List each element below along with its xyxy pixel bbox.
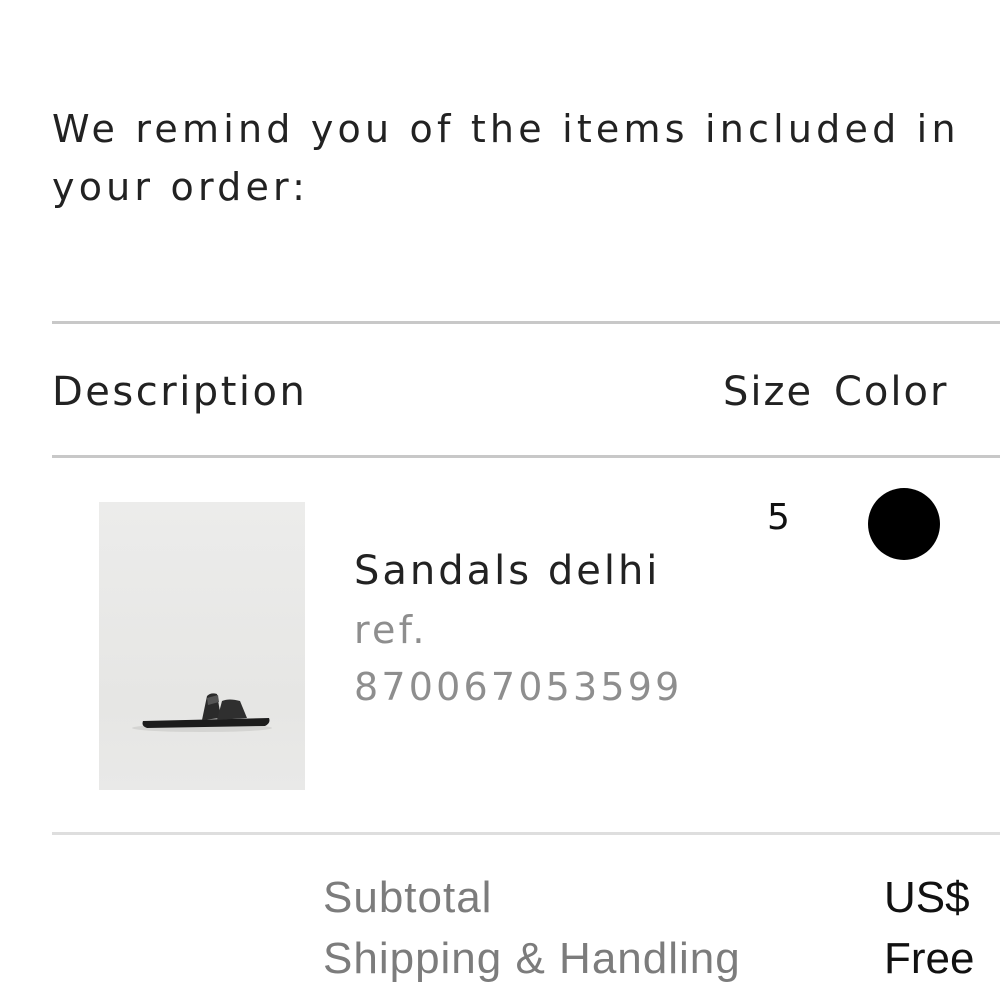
shipping-value: Free [884,934,975,983]
subtotal-label: Subtotal [323,873,493,922]
product-ref-number: 870067053599 [354,665,683,709]
shipping-label: Shipping & Handling [323,934,741,983]
table-bottom-divider [52,832,1000,835]
product-size: 5 [767,497,790,538]
order-reminder-line-1: We remind you of the items included in [52,107,960,151]
product-name[interactable]: Sandals delhi [354,545,660,597]
sandal-product-image[interactable] [99,502,305,790]
product-color-swatch [868,488,940,560]
product-ref-label: ref. [354,608,428,652]
table-top-divider [52,321,1000,324]
order-reminder-line-2: your order: [52,165,310,209]
order-reminder-text: We remind you of the items included in y… [52,100,1000,216]
subtotal-value: US$ [884,873,970,922]
table-header-divider [52,455,1000,458]
column-header-description: Description [52,369,308,415]
column-header-color: Color [834,369,949,415]
column-header-size: Size [723,369,814,415]
